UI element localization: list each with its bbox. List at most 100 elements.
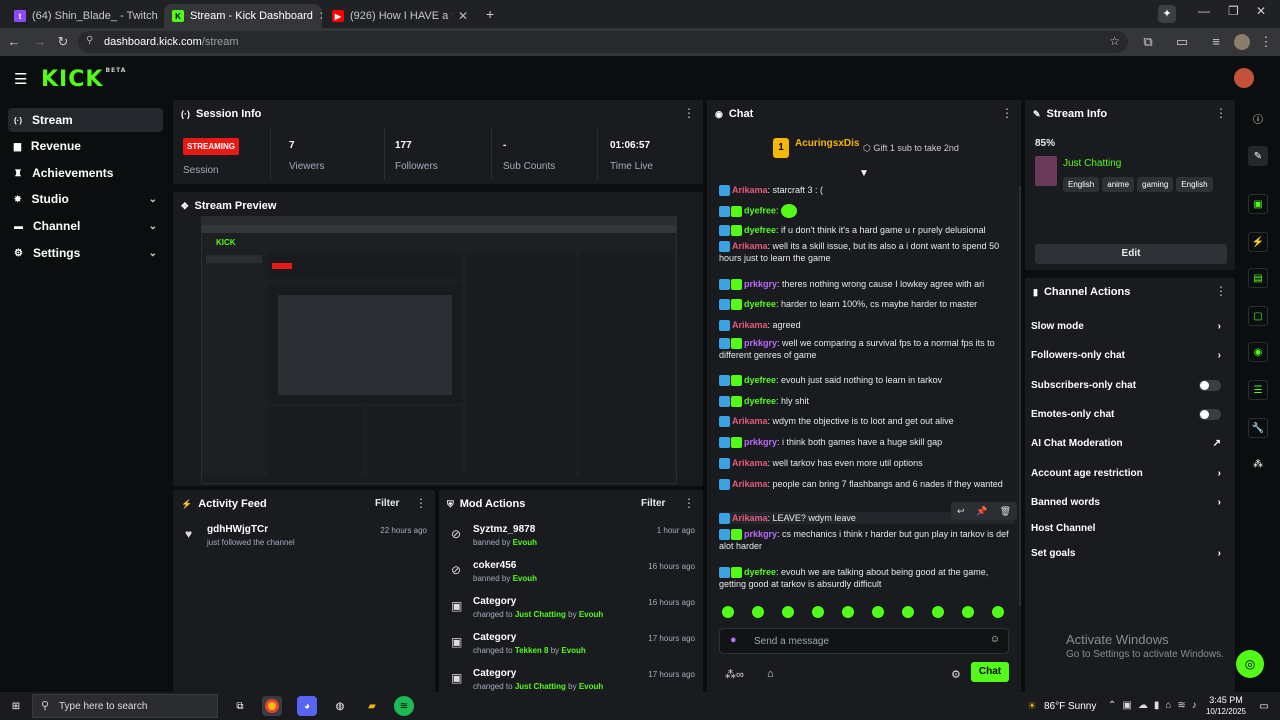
- reply-icon[interactable]: ↩: [957, 506, 965, 517]
- filter-button[interactable]: Filter: [641, 498, 665, 509]
- top-gifter-name[interactable]: AcuringsxDis: [795, 138, 859, 149]
- chat-username[interactable]: Arikama: [732, 320, 768, 330]
- more-options-icon[interactable]: ⋮: [683, 106, 695, 120]
- emote-icon[interactable]: [812, 606, 824, 618]
- chat-username[interactable]: dyefree: [744, 225, 776, 235]
- reading-list-icon[interactable]: ≡: [1208, 34, 1224, 50]
- kick-logo[interactable]: KICK BETA: [41, 67, 126, 92]
- restore-icon[interactable]: ❐: [1228, 4, 1239, 18]
- sidebar-item-settings[interactable]: ⚙ Settings ⌄: [8, 241, 163, 265]
- more-options-icon[interactable]: ⋮: [1215, 284, 1227, 298]
- browser-tab-youtube[interactable]: ▶ (926) How I HAVE a 90% WINR ✕: [324, 4, 476, 28]
- chat-username[interactable]: Arikama: [732, 513, 768, 523]
- site-info-icon[interactable]: ⚲: [86, 35, 93, 46]
- emote-icon[interactable]: [902, 606, 914, 618]
- emote-icon[interactable]: [932, 606, 944, 618]
- chat-message[interactable]: dyefree: if u don't think it's a hard ga…: [719, 224, 1015, 237]
- chat-username[interactable]: dyefree: [744, 375, 776, 385]
- feed-user[interactable]: gdhHWjgTCr: [207, 524, 268, 535]
- chat-username[interactable]: Arikama: [732, 416, 768, 426]
- clock-date[interactable]: 10/12/2025: [1202, 707, 1250, 716]
- new-tab-icon[interactable]: +: [486, 6, 494, 22]
- layout-icon[interactable]: ▣: [1248, 194, 1268, 214]
- chat-message[interactable]: Arikama: agreed: [719, 319, 1015, 332]
- emote-icon[interactable]: [992, 606, 1004, 618]
- mod-link[interactable]: Just Chatting: [515, 610, 566, 619]
- pencil-icon[interactable]: ✎: [1248, 146, 1268, 166]
- chat-username[interactable]: dyefree: [744, 567, 776, 577]
- emote-icon[interactable]: [752, 606, 764, 618]
- subscribers-only-toggle[interactable]: [1199, 379, 1221, 391]
- action-set-goals[interactable]: Set goals ›: [1031, 543, 1221, 563]
- gift-shop-icon[interactable]: ⌂: [767, 668, 774, 680]
- emote-icon[interactable]: [872, 606, 884, 618]
- spotify-icon[interactable]: ≋: [394, 696, 414, 716]
- chat-message[interactable]: dyefree: hly shit: [719, 395, 1015, 408]
- chat-username[interactable]: Arikama: [732, 185, 768, 195]
- system-tray-icons[interactable]: ⌃▣☁▮⌂≋♪: [1108, 700, 1203, 711]
- bookmark-icon[interactable]: ☆: [1109, 34, 1120, 48]
- chat-message[interactable]: dyefree: evouh we are talking about bein…: [719, 566, 1015, 590]
- stream-preview-video[interactable]: KICK: [201, 216, 677, 484]
- taskbar-search-input[interactable]: ⚲ Type here to search: [32, 694, 218, 718]
- sidebar-item-stream[interactable]: (·) Stream: [8, 108, 163, 132]
- weather-text[interactable]: 86°F Sunny: [1044, 701, 1096, 712]
- sidebar-item-achievements[interactable]: ♜ Achievements: [8, 161, 163, 185]
- browser-tab-kick[interactable]: K Stream - Kick Dashboard ✕: [164, 4, 322, 28]
- delete-icon[interactable]: 🗑: [1000, 506, 1011, 517]
- more-options-icon[interactable]: ⋮: [415, 496, 427, 510]
- chrome-icon[interactable]: [262, 696, 282, 716]
- more-icon[interactable]: ⁂: [1248, 454, 1268, 474]
- emotes-only-toggle[interactable]: [1199, 408, 1221, 420]
- mod-link[interactable]: Tekken 8: [515, 646, 549, 655]
- chat-username[interactable]: prkkgry: [744, 338, 777, 348]
- chat-username[interactable]: dyefree: [744, 396, 776, 406]
- obs-icon[interactable]: ◍: [330, 696, 350, 716]
- chat-username[interactable]: dyefree: [744, 299, 776, 309]
- emote-icon[interactable]: [782, 606, 794, 618]
- file-explorer-icon[interactable]: ▰: [362, 696, 382, 716]
- windows-start-icon[interactable]: ⊞: [6, 696, 26, 716]
- chat-message[interactable]: Arikama: wdym the objective is to loot a…: [719, 415, 1015, 428]
- more-options-icon[interactable]: ⋮: [1215, 106, 1227, 120]
- stream-category[interactable]: Just Chatting: [1063, 158, 1121, 169]
- chat-message[interactable]: Arikama: well its a skill issue, but its…: [719, 240, 1015, 264]
- window-close-icon[interactable]: ✕: [1256, 4, 1266, 18]
- clipboard-icon[interactable]: ▤: [1248, 268, 1268, 288]
- cast-icon[interactable]: ▭: [1174, 34, 1190, 50]
- filter-button[interactable]: Filter: [375, 498, 399, 509]
- send-chat-button[interactable]: Chat: [971, 662, 1009, 682]
- close-icon[interactable]: ✕: [319, 9, 322, 23]
- chat-username[interactable]: Arikama: [732, 241, 768, 251]
- chat-scrollbar[interactable]: [1019, 186, 1021, 606]
- mod-link[interactable]: Just Chatting: [515, 682, 566, 691]
- emoji-icon[interactable]: ☺: [990, 634, 1000, 645]
- chat-username[interactable]: dyefree: [744, 205, 776, 215]
- microphone-icon[interactable]: ●: [730, 634, 737, 646]
- chat-message[interactable]: prkkgry: i think both games have a huge …: [719, 436, 1015, 449]
- minimize-icon[interactable]: —: [1198, 4, 1210, 18]
- discord-icon[interactable]: ◕: [297, 696, 317, 716]
- forward-icon[interactable]: →: [32, 34, 48, 50]
- sidebar-item-studio[interactable]: ✸ Studio ⌄: [8, 187, 163, 211]
- chat-message[interactable]: prkkgry: cs mechanics i think r harder b…: [719, 528, 1015, 552]
- action-slow-mode[interactable]: Slow mode ›: [1031, 316, 1221, 336]
- close-icon[interactable]: ✕: [458, 9, 468, 23]
- chat-username[interactable]: prkkgry: [744, 279, 777, 289]
- chat-username[interactable]: Arikama: [732, 479, 768, 489]
- mod-link[interactable]: Evouh: [513, 574, 537, 583]
- back-icon[interactable]: ←: [6, 34, 22, 50]
- mod-link[interactable]: Evouh: [561, 646, 585, 655]
- emote-icon[interactable]: [842, 606, 854, 618]
- chat-username[interactable]: prkkgry: [744, 437, 777, 447]
- chat-message[interactable]: prkkgry: well we comparing a survival fp…: [719, 337, 1015, 361]
- url-input[interactable]: ⚲ dashboard.kick.com/stream ☆: [78, 31, 1128, 53]
- sidebar-item-revenue[interactable]: ▆ Revenue: [8, 134, 163, 158]
- profile-avatar[interactable]: [1234, 34, 1250, 50]
- more-options-icon[interactable]: ⋮: [1001, 106, 1013, 120]
- gear-icon[interactable]: ⚙: [951, 668, 961, 681]
- menu-icon[interactable]: ⋮: [1258, 34, 1274, 50]
- chat-message[interactable]: dyefree:: [719, 204, 1015, 218]
- chat-input[interactable]: ● Send a message ☺: [719, 628, 1009, 654]
- reload-icon[interactable]: ↻: [55, 34, 71, 50]
